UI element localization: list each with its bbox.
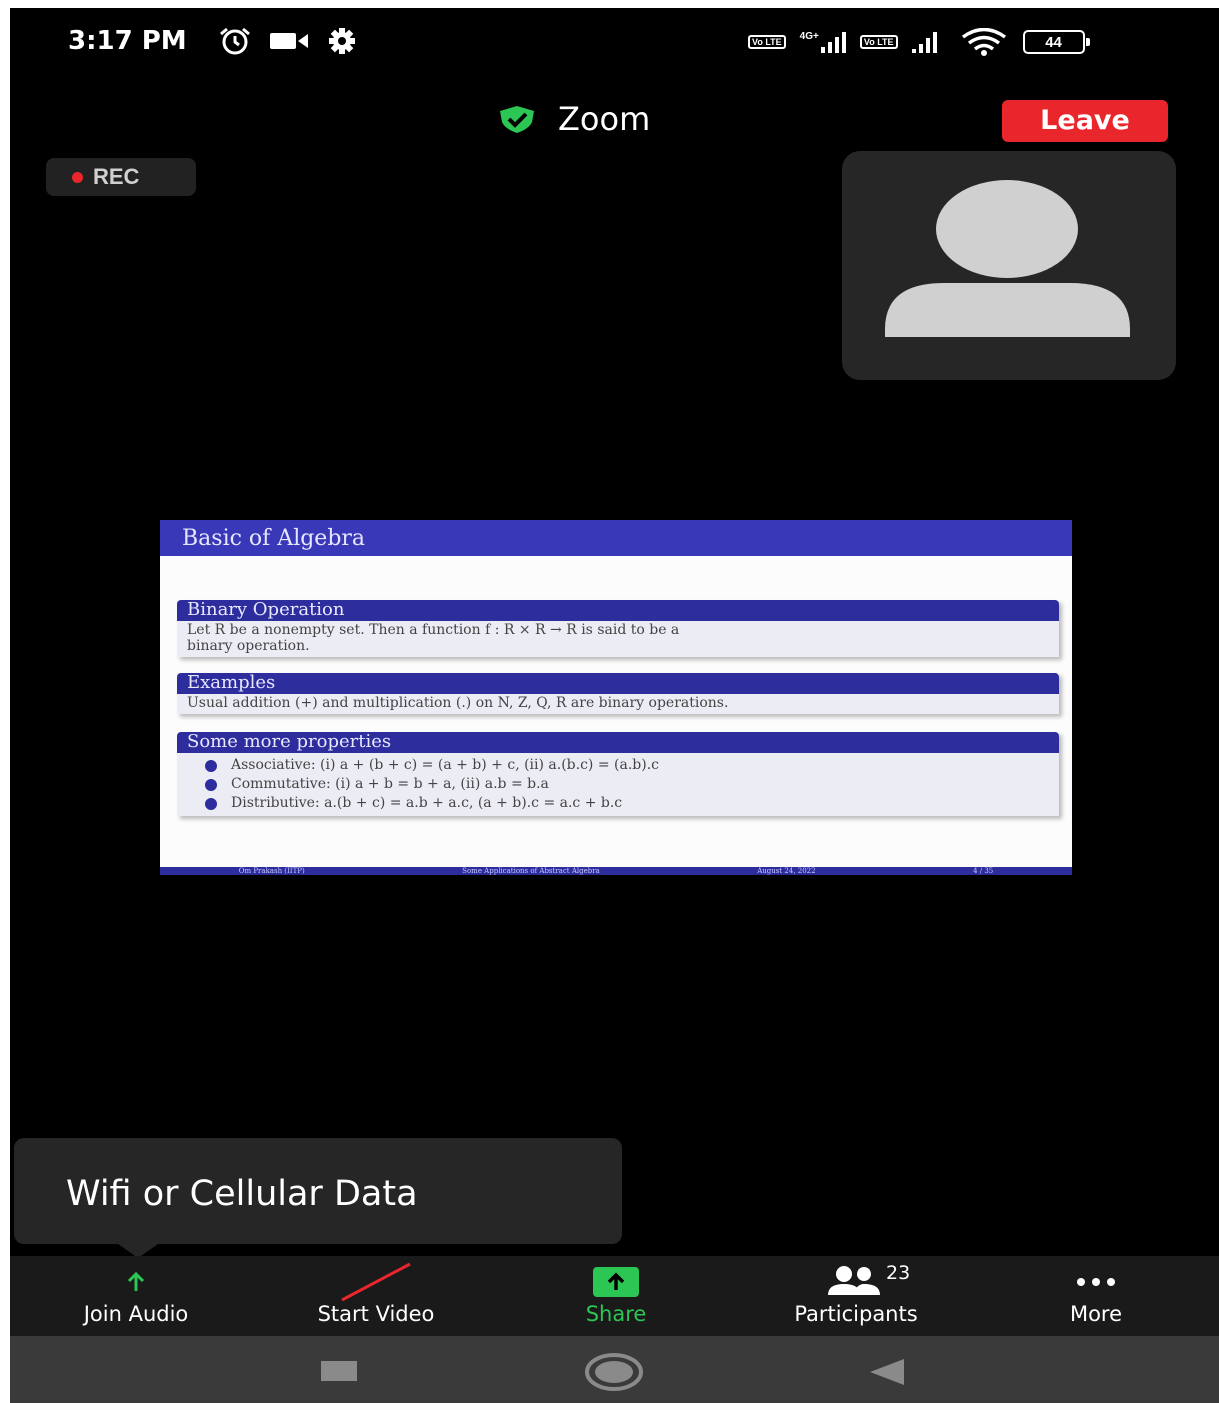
recording-badge: REC	[46, 158, 196, 196]
footer-talk-title: Some Applications of Abstract Algebra	[462, 867, 600, 875]
property-item: Commutative: (i) a + b = b + a, (ii) a.b…	[231, 776, 549, 792]
video-off-icon	[341, 1262, 411, 1302]
alarm-icon	[220, 27, 250, 55]
more-button[interactable]: More	[976, 1256, 1216, 1336]
status-left-icons	[218, 26, 356, 56]
footer-date: August 24, 2022	[757, 867, 816, 875]
start-video-label: Start Video	[317, 1302, 435, 1326]
join-audio-button[interactable]: Join Audio	[16, 1256, 256, 1336]
signal-icon-2	[911, 31, 937, 53]
meeting-title: Zoom	[496, 100, 650, 138]
participants-button[interactable]: 23 Participants	[736, 1256, 976, 1336]
footer-author: Om Prakash (IITP)	[238, 867, 305, 875]
wifi-icon	[961, 28, 1006, 56]
participants-icon	[828, 1266, 880, 1295]
video-camera-icon	[270, 33, 308, 49]
more-dots-icon	[1077, 1278, 1115, 1286]
network-type-label: 4G+	[799, 31, 819, 42]
join-audio-label: Join Audio	[83, 1302, 189, 1326]
avatar-placeholder-icon	[885, 180, 1130, 337]
block-heading: Examples	[177, 673, 1059, 694]
slide-block-binary-operation: Binary Operation Let R be a nonempty set…	[177, 600, 1059, 657]
settings-icon	[329, 28, 355, 54]
participants-label: Participants	[794, 1302, 918, 1326]
more-label: More	[1069, 1302, 1123, 1326]
block-text: Usual addition (+) and multiplication (.…	[187, 695, 729, 711]
status-right-icons: Vo LTE 4G+ Vo LTE 44	[748, 28, 1090, 56]
block-text: binary operation.	[187, 638, 310, 654]
block-heading: Binary Operation	[177, 600, 1059, 621]
tooltip-text: Wifi or Cellular Data	[66, 1174, 418, 1214]
shared-screen-slide[interactable]: Basic of Algebra Binary Operation Let R …	[160, 520, 1072, 875]
slide-title: Basic of Algebra	[160, 520, 1072, 556]
self-video-tile[interactable]	[842, 151, 1176, 380]
slide-block-examples: Examples Usual addition (+) and multipli…	[177, 673, 1059, 714]
participants-count: 23	[886, 1262, 911, 1284]
share-label: Share	[585, 1302, 647, 1326]
android-nav-bar	[10, 1336, 1219, 1403]
status-time: 3:17 PM	[68, 26, 187, 56]
start-video-button[interactable]: Start Video	[256, 1256, 496, 1336]
volte-icon: Vo LTE	[748, 35, 786, 49]
shield-icon	[500, 106, 534, 133]
signal-icon	[820, 31, 846, 53]
battery-icon: 44	[1022, 30, 1090, 54]
app-title: Zoom	[558, 100, 651, 138]
recent-apps-icon[interactable]	[320, 1360, 358, 1382]
home-icon[interactable]	[584, 1353, 644, 1391]
footer-page: 4 / 35	[973, 867, 994, 875]
phone-screen: 3:17 PM Vo LTE 4G+ Vo LTE 44 Zoom Leave …	[10, 8, 1219, 1403]
bullet-icon	[205, 759, 217, 772]
leave-button[interactable]: Leave	[1002, 100, 1168, 142]
block-text: Let R be a nonempty set. Then a function…	[187, 622, 680, 638]
slide-footer: Om Prakash (IITP) Some Applications of A…	[160, 867, 1072, 875]
property-item: Distributive: a.(b + c) = a.b + a.c, (a …	[231, 795, 623, 811]
bullet-icon	[205, 778, 217, 791]
meeting-toolbar: Join Audio Start Video Share 23 Particip…	[10, 1256, 1219, 1336]
back-icon[interactable]	[868, 1357, 906, 1387]
volte-icon-2: Vo LTE	[859, 35, 898, 49]
property-item: Associative: (i) a + (b + c) = (a + b) +…	[231, 757, 659, 773]
block-heading: Some more properties	[177, 732, 1059, 753]
share-button[interactable]: Share	[496, 1256, 736, 1336]
slide-block-properties: Some more properties Associative: (i) a …	[177, 732, 1059, 816]
arrow-up-icon	[127, 1271, 145, 1291]
audio-tooltip: Wifi or Cellular Data	[14, 1138, 622, 1258]
share-icon	[593, 1267, 639, 1297]
record-dot-icon	[72, 171, 83, 183]
recording-label: REC	[93, 164, 140, 189]
bullet-icon	[205, 797, 217, 810]
